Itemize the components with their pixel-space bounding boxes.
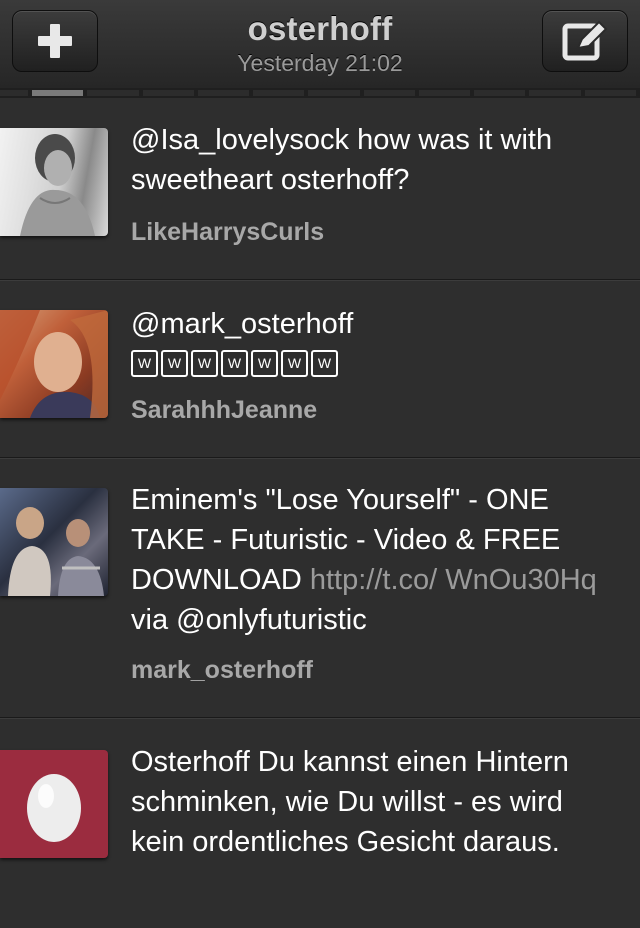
page-dot (474, 90, 526, 96)
tweet-cell[interactable]: Eminem's "Lose Yourself" - ONE TAKE - Fu… (0, 458, 640, 718)
tweet-text: @mark_osterhoff WWWWWWW (131, 304, 621, 384)
avatar[interactable] (0, 488, 108, 596)
avatar[interactable] (0, 128, 108, 236)
page-dot (308, 90, 360, 96)
page-dot (529, 90, 581, 96)
tweet-text-via: via @onlyfuturistic (131, 604, 367, 636)
avatar[interactable] (0, 750, 108, 858)
tweet-list: @Isa_lovelysock how was it with sweethea… (0, 98, 640, 928)
tweet-text: @Isa_lovelysock how was it with sweethea… (131, 124, 553, 196)
emoji-box: W (251, 349, 278, 377)
navigation-bar: osterhoff Yesterday 21:02 (0, 0, 640, 89)
tweet-username[interactable]: SarahhhJeanne (131, 396, 317, 425)
page-dot (0, 90, 29, 96)
tweet-cell[interactable]: @mark_osterhoff WWWWWWW SarahhhJeanne (0, 280, 640, 458)
tweet-cell[interactable]: Osterhoff Du kannst einen Hintern schmin… (0, 718, 640, 928)
emoji-box: W (311, 349, 338, 377)
tweet-text: Osterhoff Du kannst einen Hintern schmin… (131, 746, 569, 858)
egg-icon (27, 774, 81, 842)
emoji-box: W (191, 349, 218, 377)
page-dot (584, 90, 636, 96)
compose-icon (562, 20, 608, 61)
emoji-box: W (281, 349, 308, 377)
compose-button[interactable] (542, 10, 628, 72)
avatar[interactable] (0, 310, 108, 418)
page-indicator (0, 88, 640, 98)
tweet-link[interactable]: http://t.co/ WnOu30Hq (310, 564, 597, 596)
page-dot-active (32, 90, 84, 96)
page-dot (418, 90, 471, 96)
tweet-text-mention: @mark_osterhoff (131, 308, 354, 340)
emoji-box: W (221, 349, 248, 377)
emoji-box-row: WWWWWWW (131, 348, 341, 380)
page-dot (87, 90, 139, 96)
tweet-cell[interactable]: @Isa_lovelysock how was it with sweethea… (0, 98, 640, 280)
tweet-username[interactable]: mark_osterhoff (131, 656, 313, 685)
tweet-username[interactable]: LikeHarrysCurls (131, 218, 324, 247)
page-dot (253, 90, 305, 96)
page-dot (197, 90, 250, 96)
emoji-box: W (161, 349, 188, 377)
page-dot (142, 90, 194, 96)
emoji-box: W (131, 349, 158, 377)
tweet-text: Eminem's "Lose Yourself" - ONE TAKE - Fu… (131, 480, 621, 640)
page-dot (363, 90, 415, 96)
